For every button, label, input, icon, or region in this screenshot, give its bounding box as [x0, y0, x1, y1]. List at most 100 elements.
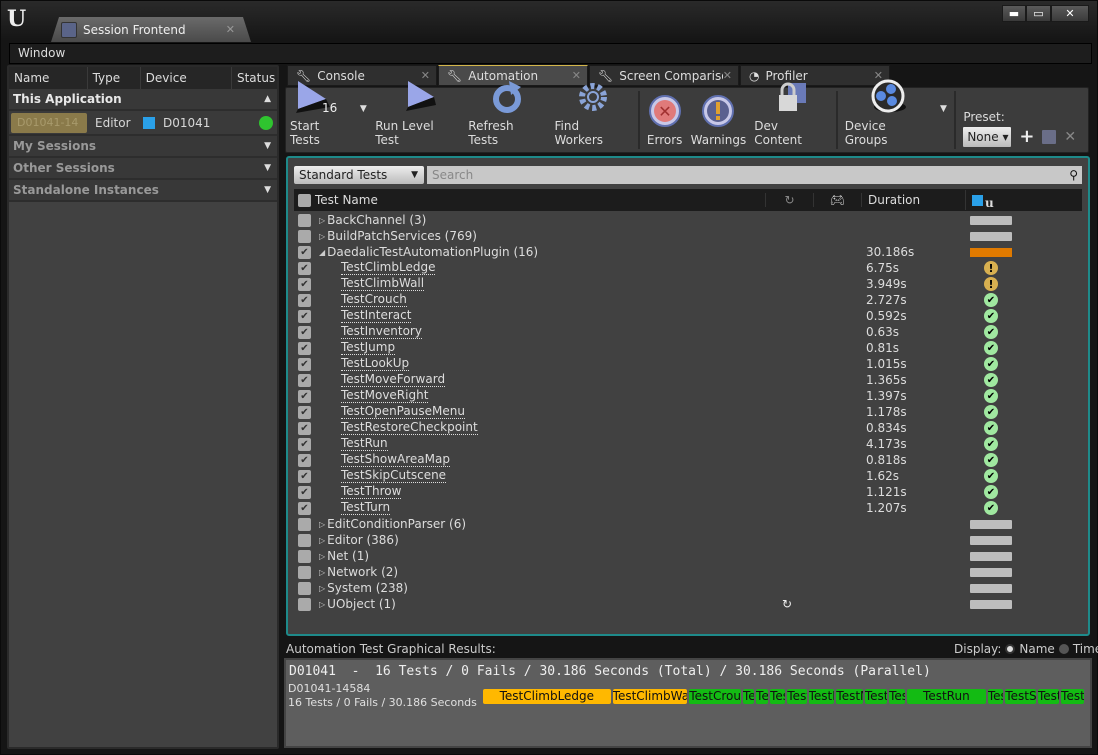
device-column-header[interactable]: u [965, 190, 994, 210]
expand-arrow-icon[interactable]: ▷ [319, 216, 325, 225]
test-row[interactable]: ✔ TestInventory 0.63s ✔ [294, 324, 1082, 340]
column-test-name[interactable]: Test Name [315, 193, 765, 207]
column-name[interactable]: Name [9, 67, 88, 89]
result-bar[interactable]: TestSkipCutscene [1005, 689, 1036, 704]
test-checkbox[interactable]: ✔ [298, 453, 311, 467]
result-bar[interactable]: TestTurn [1061, 689, 1084, 704]
dev-content-toggle[interactable]: Dev Content [750, 82, 833, 152]
test-checkbox[interactable]: ✔ [298, 357, 311, 371]
preset-dropdown[interactable]: None ▾ [963, 126, 1012, 147]
test-checkbox[interactable]: ✔ [298, 373, 311, 387]
document-tab-session-frontend[interactable]: Session Frontend ✕ [51, 17, 251, 42]
section-other-sessions[interactable]: Other Sessions ▼ [9, 158, 277, 180]
test-row[interactable]: ✔ TestTurn 1.207s ✔ [294, 500, 1082, 516]
result-bar[interactable]: TestMoveForward [808, 689, 835, 704]
test-group-row[interactable]: ▷ System (238) [294, 580, 1082, 596]
close-tab-icon[interactable]: ✕ [226, 23, 235, 36]
select-all-checkbox[interactable] [298, 193, 311, 207]
column-device[interactable]: Device [141, 67, 232, 89]
test-checkbox[interactable]: ✔ [298, 469, 311, 483]
section-my-sessions[interactable]: My Sessions ▼ [9, 136, 277, 158]
test-group-row[interactable]: ▷ Editor (386) [294, 532, 1082, 548]
result-bar[interactable]: TestInventory [756, 689, 769, 704]
test-checkbox[interactable]: ✔ [298, 501, 311, 515]
test-name[interactable]: TestClimbWall [341, 277, 425, 291]
remove-preset-icon[interactable]: ✕ [1064, 129, 1076, 145]
column-duration[interactable]: Duration [861, 193, 965, 207]
start-tests-dropdown[interactable]: ▼ [355, 88, 371, 152]
expand-arrow-icon[interactable]: ▷ [319, 600, 325, 609]
column-status[interactable]: Status [232, 67, 277, 89]
test-checkbox[interactable]: ✔ [298, 261, 311, 275]
test-checkbox[interactable]: ✔ [298, 405, 311, 419]
test-row[interactable]: ✔ TestRestoreCheckpoint 0.834s ✔ [294, 420, 1082, 436]
test-checkbox[interactable] [298, 565, 311, 579]
test-group-row[interactable]: ▷ BuildPatchServices (769) [294, 228, 1082, 244]
expand-arrow-icon[interactable]: ▼ [264, 185, 271, 195]
expand-arrow-icon[interactable]: ▷ [319, 584, 325, 593]
test-checkbox[interactable] [298, 213, 311, 227]
minimize-button[interactable]: ▬ [1002, 5, 1026, 22]
device-groups-dropdown[interactable]: ▼ [935, 88, 951, 152]
test-name[interactable]: TestThrow [341, 485, 402, 499]
test-row[interactable]: ✔ TestShowAreaMap 0.818s ✔ [294, 452, 1082, 468]
test-checkbox[interactable]: ✔ [298, 421, 311, 435]
column-type[interactable]: Type [88, 67, 141, 89]
section-standalone-instances[interactable]: Standalone Instances ▼ [9, 180, 277, 202]
test-checkbox[interactable] [298, 597, 311, 611]
maximize-button[interactable]: ▭ [1026, 5, 1051, 22]
test-name[interactable]: TestInventory [341, 325, 422, 339]
test-checkbox[interactable]: ✔ [298, 309, 311, 323]
test-name[interactable]: TestMoveRight [341, 389, 429, 403]
result-bar[interactable]: TestRestoreCheckpoint [889, 689, 905, 704]
display-name-radio[interactable] [1005, 644, 1016, 654]
display-time-radio[interactable] [1058, 644, 1069, 654]
session-instance-row[interactable]: D01041-14 Editor D01041 [9, 111, 277, 136]
result-bar[interactable]: TestShowAreaMap [987, 689, 1004, 704]
test-checkbox[interactable] [298, 229, 311, 243]
expand-arrow-icon[interactable]: ▼ [264, 141, 271, 151]
result-bar[interactable]: TestJump [770, 689, 786, 704]
test-group-row[interactable]: ▷ BackChannel (3) [294, 212, 1082, 228]
test-name[interactable]: TestInteract [341, 309, 412, 323]
find-workers-button[interactable]: Find Workers [551, 83, 635, 152]
test-name[interactable]: TestClimbLedge [341, 261, 436, 275]
result-bar[interactable]: TestRun [906, 689, 986, 704]
test-group-row[interactable]: ▷ Net (1) [294, 548, 1082, 564]
result-bar[interactable]: TestLookUp [787, 689, 807, 704]
start-tests-button[interactable]: 16 Start Tests [286, 81, 355, 152]
test-name[interactable]: TestMoveForward [341, 373, 446, 387]
result-bar[interactable]: TestOpenPauseMenu [864, 689, 888, 704]
test-row[interactable]: ✔ TestSkipCutscene 1.62s ✔ [294, 468, 1082, 484]
test-group-row[interactable]: ▷ Network (2) [294, 564, 1082, 580]
add-preset-icon[interactable]: + [1019, 126, 1034, 147]
test-checkbox[interactable]: ✔ [298, 277, 311, 291]
expand-arrow-icon[interactable]: ▷ [319, 232, 325, 241]
result-bar[interactable]: TestMoveRight [836, 689, 863, 704]
test-row[interactable]: ✔ TestCrouch 2.727s ✔ [294, 292, 1082, 308]
test-row[interactable]: ✔ TestThrow 1.121s ✔ [294, 484, 1082, 500]
test-row[interactable]: ✔ TestJump 0.81s ✔ [294, 340, 1082, 356]
test-checkbox[interactable]: ✔ [298, 437, 311, 451]
test-row[interactable]: ✔ TestLookUp 1.015s ✔ [294, 356, 1082, 372]
test-checkbox[interactable]: ✔ [298, 293, 311, 307]
close-window-button[interactable]: ✕ [1051, 5, 1089, 22]
gamepad-warning-column-icon[interactable]: 🎮︎ [813, 193, 861, 207]
device-groups-button[interactable]: Device Groups [841, 79, 936, 152]
result-bar[interactable]: TestInteract [742, 689, 755, 704]
result-bar[interactable]: TestCrouch [689, 689, 741, 704]
test-checkbox[interactable] [298, 533, 311, 547]
save-preset-icon[interactable] [1042, 129, 1057, 144]
test-row[interactable]: ✔ TestInteract 0.592s ✔ [294, 308, 1082, 324]
test-checkbox[interactable] [298, 581, 311, 595]
menu-window[interactable]: Window [18, 46, 65, 60]
test-checkbox[interactable]: ✔ [298, 325, 311, 339]
expand-arrow-icon[interactable]: ▷ [319, 552, 325, 561]
tab-screen-comparison[interactable]: 🔧︎ Screen Comparison ✕ [589, 65, 739, 86]
test-name[interactable]: TestOpenPauseMenu [341, 405, 465, 419]
expand-arrow-icon[interactable]: ▷ [319, 568, 325, 577]
test-row[interactable]: ✔ TestClimbWall 3.949s! [294, 276, 1082, 292]
test-name[interactable]: TestRun [341, 437, 388, 451]
close-tab-icon[interactable]: ✕ [723, 69, 732, 82]
test-name[interactable]: TestLookUp [341, 357, 410, 371]
